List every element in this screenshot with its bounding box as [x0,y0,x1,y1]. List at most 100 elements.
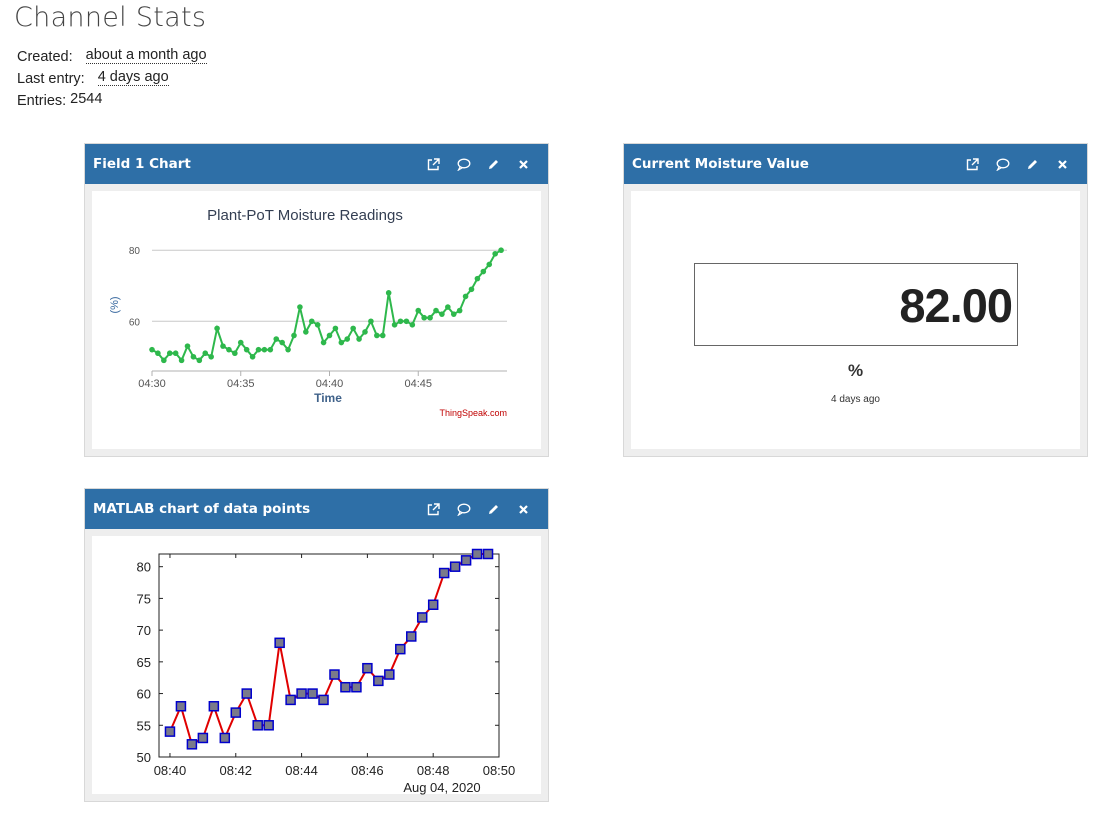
data-point [471,548,483,560]
data-point [362,329,368,335]
data-point [273,336,280,342]
moisture-line-chart: Plant-PoT Moisture Readings (%) Time Thi… [109,207,507,418]
data-point [274,637,285,649]
external-link-icon[interactable] [425,501,442,518]
data-point [166,350,173,357]
widget-title: Current Moisture Value [632,156,809,172]
channel-stats: Created: about a month ago Last entry: 4… [17,46,207,112]
data-point [175,701,187,712]
pencil-icon[interactable] [1024,156,1041,173]
x-tick-label: 08:42 [220,763,253,778]
y-tick-label: 60 [129,317,141,328]
close-icon[interactable] [515,501,532,518]
data-point [226,346,232,353]
data-point [368,318,374,325]
data-point [344,336,351,342]
data-point [308,318,315,325]
data-point [462,293,469,300]
data-point [449,561,461,572]
data-point [320,339,327,346]
field1-chart-area: Plant-PoT Moisture Readings (%) Time Thi… [92,191,541,449]
x-tick-label: 08:40 [154,763,187,778]
data-point [285,346,291,353]
data-point [406,631,417,642]
pencil-icon[interactable] [485,156,502,173]
x-tick-label: 08:50 [483,763,516,778]
data-point [243,346,250,353]
field1-chart-widget: Field 1 Chart Plant-PoT Moisture Reading… [84,143,549,457]
entries-value: 2544 [70,91,103,107]
data-point [196,357,203,364]
data-point [468,286,475,293]
widget-title: Field 1 Chart [93,156,191,172]
data-point [263,720,274,731]
data-point [416,612,428,623]
page-title: Channel Stats [14,2,207,33]
data-point [332,325,339,332]
data-point [373,675,384,687]
data-point [202,350,209,357]
data-point [482,548,494,560]
moisture-unit: % [847,361,864,380]
y-tick-label: 75 [137,591,151,606]
data-point [252,720,263,731]
matlab-line-chart: Aug 04, 2020 50 55 60 65 70 75 80 08:40 08:42 08:… [137,548,516,795]
x-tick-label: 04:35 [227,378,255,390]
data-point [307,688,318,699]
close-icon[interactable] [1054,156,1071,173]
x-tick-label: 08:44 [285,763,318,778]
data-point [397,318,404,325]
data-point [303,329,309,335]
y-tick-label: 60 [137,687,151,702]
x-tick-label: 08:46 [351,763,384,778]
external-link-icon[interactable] [964,156,981,173]
data-point [379,332,386,339]
data-point [149,346,155,353]
y-tick-label: 80 [129,246,141,257]
x-tick-label: 04:30 [138,378,166,390]
data-point [279,339,285,346]
data-point [291,332,297,339]
comment-icon[interactable] [994,156,1011,173]
data-point [314,322,321,328]
data-point [232,350,238,357]
data-point [208,701,220,712]
y-tick-label: 80 [137,560,151,575]
data-point [230,707,242,718]
x-tick-label: 04:40 [316,378,344,390]
created-value: about a month ago [85,47,207,64]
data-point [356,336,362,342]
created-label: Created: [17,49,73,65]
widget-title: MATLAB chart of data points [93,501,311,517]
plot-box [158,553,500,758]
pencil-icon[interactable] [485,501,502,518]
data-point [474,275,481,282]
data-point [296,688,307,699]
series-line [169,553,488,746]
data-point [439,311,445,317]
y-tick-label: 70 [137,623,151,638]
data-point [362,662,373,674]
data-point [237,339,244,346]
data-point [285,694,296,706]
chart-title: Plant-PoT Moisture Readings [207,207,403,224]
entries-label: Entries: [17,93,67,109]
data-point [219,732,231,744]
close-icon[interactable] [515,156,532,173]
y-axis-label: (%) [109,296,121,313]
comment-icon[interactable] [455,156,472,173]
data-point [197,732,209,744]
data-point [249,353,256,360]
moisture-value: 82.00 [694,263,1018,346]
data-point [208,353,214,360]
external-link-icon[interactable] [425,156,442,173]
widget-header: MATLAB chart of data points [85,489,548,529]
data-point [350,325,356,332]
moisture-updated: 4 days ago [831,394,880,405]
comment-icon[interactable] [455,501,472,518]
data-point [190,353,197,360]
data-point [421,314,427,321]
data-point [456,307,463,314]
data-point [498,247,504,254]
last-entry-label: Last entry: [17,71,85,87]
